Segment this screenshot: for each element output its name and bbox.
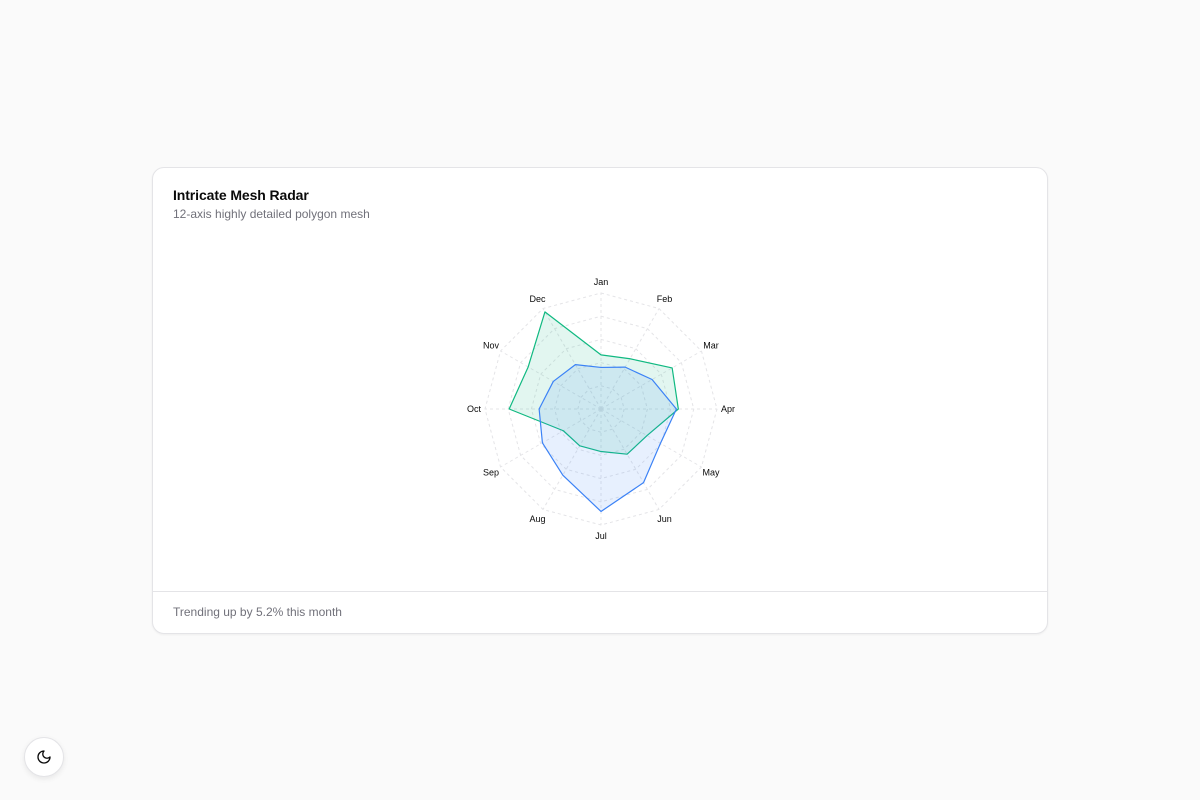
axis-label-dec: Dec [529,294,546,304]
axis-label-jun: Jun [657,514,672,524]
axis-label-mar: Mar [703,341,719,351]
card-footer: Trending up by 5.2% this month [153,591,1047,633]
radar-chart-svg: Jan Feb Mar Apr May Jun Jul Aug Sep Oct Nov Dec [467,277,735,541]
axis-label-feb: Feb [657,294,673,304]
trend-text: Trending up by 5.2% this month [173,605,342,619]
axis-label-oct: Oct [467,404,482,414]
axis-label-apr: Apr [721,404,735,414]
axis-label-nov: Nov [483,341,500,351]
axis-label-may: May [702,468,720,478]
axis-label-aug: Aug [529,514,545,524]
series-2-area [538,364,678,513]
chart-card: Intricate Mesh Radar 12-axis highly deta… [152,167,1048,634]
axis-label-sep: Sep [483,468,499,478]
theme-toggle-button[interactable] [24,737,64,777]
axis-label-jul: Jul [595,531,607,541]
moon-icon [37,750,51,764]
radar-chart: Jan Feb Mar Apr May Jun Jul Aug Sep Oct Nov Dec [153,168,1047,593]
axis-label-jan: Jan [594,277,609,287]
